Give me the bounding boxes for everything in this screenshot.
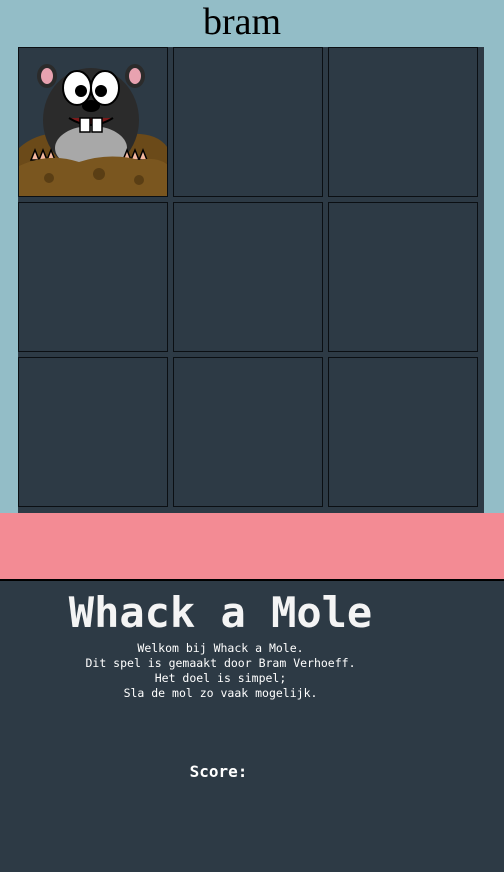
score-label: Score:: [189, 762, 248, 781]
hole-3[interactable]: [328, 47, 478, 197]
mole-board: [18, 47, 484, 513]
intro-text: Welkom bij Whack a Mole. Dit spel is gem…: [0, 641, 441, 701]
accent-bar: [0, 513, 504, 579]
score-display: Score:: [0, 762, 441, 782]
info-panel: Whack a Mole Welkom bij Whack a Mole. Di…: [0, 581, 504, 872]
hole-1[interactable]: [18, 47, 168, 197]
player-name: bram: [202, 1, 282, 43]
intro-line: Welkom bij Whack a Mole.: [137, 641, 304, 655]
intro-line: Dit spel is gemaakt door Bram Verhoeff.: [85, 656, 356, 670]
hole-9[interactable]: [328, 357, 478, 507]
intro-line: Sla de mol zo vaak mogelijk.: [123, 686, 318, 700]
intro-line: Het doel is simpel;: [154, 671, 287, 685]
hole-6[interactable]: [328, 202, 478, 352]
hole-8[interactable]: [173, 357, 323, 507]
hole-5[interactable]: [173, 202, 323, 352]
hole-2[interactable]: [173, 47, 323, 197]
hole-7[interactable]: [18, 357, 168, 507]
mole-icon[interactable]: [19, 48, 167, 196]
hole-4[interactable]: [18, 202, 168, 352]
game-title: Whack a Mole: [68, 588, 373, 637]
game-area: bram: [0, 0, 504, 513]
